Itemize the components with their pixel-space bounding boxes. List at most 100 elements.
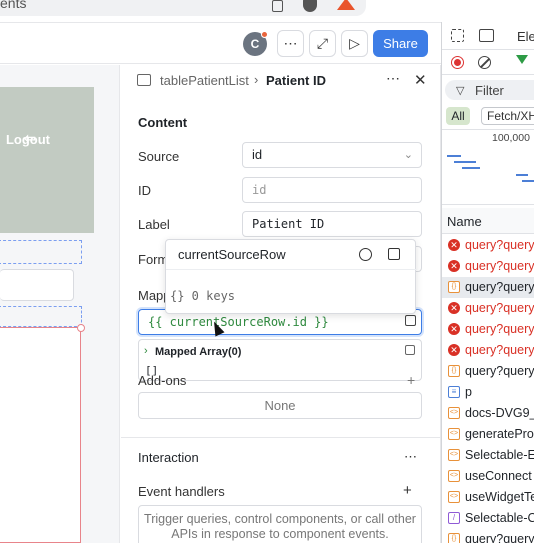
request-row[interactable]: ✕ query?query (442, 235, 534, 256)
id-field[interactable]: id (242, 177, 422, 203)
timeline-tick: 100,000 (492, 132, 530, 144)
source-select[interactable]: id ⌄ (242, 142, 422, 168)
selected-table-frame[interactable] (0, 327, 81, 543)
browser-chrome: ents (0, 0, 534, 22)
addons-empty: None (138, 392, 422, 419)
app-toolbar: C ⋯ ⤢ ▷ Share (0, 22, 441, 64)
request-row[interactable]: <> useWidgetTe (442, 487, 534, 508)
more-button[interactable]: ⋯ (277, 30, 304, 57)
request-name: query?query (465, 280, 534, 294)
inspect-element-icon[interactable] (451, 29, 464, 42)
table-icon (137, 74, 151, 86)
request-row[interactable]: {} query?query (442, 361, 534, 382)
record-dot (454, 59, 461, 66)
error-icon: ✕ (448, 323, 460, 335)
component-outline (0, 240, 82, 264)
requests-table-header: Name (442, 208, 534, 234)
share-button[interactable]: Share (373, 30, 428, 57)
inspector-header: tablePatientList › Patient ID ⋯ ✕ (121, 65, 441, 97)
request-name: useWidgetTe (465, 490, 534, 504)
close-icon[interactable]: ✕ (414, 71, 427, 89)
play-icon: ▷ (349, 35, 360, 51)
id-label: ID (138, 183, 151, 198)
request-name: query?query (465, 532, 534, 543)
timeline-bar (516, 174, 528, 176)
breadcrumb-parent[interactable]: tablePatientList (160, 73, 249, 88)
request-row[interactable]: {} query?query (442, 277, 534, 298)
label-field[interactable]: Patient ID (242, 211, 422, 237)
request-name: query?query (465, 301, 534, 315)
breadcrumb-current: Patient ID (266, 73, 326, 88)
event-handlers-empty: Trigger queries, control components, or … (138, 505, 422, 543)
more-icon: ⋯ (283, 35, 298, 51)
popover-divider (166, 269, 417, 270)
copy-icon[interactable] (405, 345, 415, 355)
script-icon: {} (448, 365, 460, 377)
network-toolbar (442, 51, 534, 75)
filter-fetch-chip[interactable]: Fetch/XH (481, 107, 534, 125)
request-row[interactable]: <> useConnect (442, 466, 534, 487)
autocomplete-popover: currentSourceRow {} 0 keys (165, 239, 417, 314)
more-options-icon[interactable]: ⋯ (404, 449, 417, 465)
filter-all-chip[interactable]: All (446, 107, 470, 125)
canvas-input[interactable] (0, 269, 74, 301)
preview-button[interactable]: ▷ (341, 30, 368, 57)
breadcrumb-separator: › (254, 72, 259, 87)
device-toggle-icon[interactable] (479, 29, 494, 42)
script-icon: {} (448, 533, 460, 543)
crosshair-icon[interactable] (359, 248, 372, 261)
request-row[interactable]: ≡ p (442, 382, 534, 403)
request-row[interactable]: <> Selectable-E (442, 445, 534, 466)
logout-link[interactable]: Logout (0, 132, 94, 147)
filter-icon[interactable] (516, 55, 528, 64)
script-icon: {} (448, 281, 460, 293)
logout-icon: ⇦ (24, 130, 36, 146)
sidebar-container: Logout ⇦ (0, 87, 94, 233)
chevron-right-icon[interactable]: › (144, 345, 148, 357)
presence-dot (261, 31, 268, 38)
timeline-bar (522, 180, 534, 182)
error-icon: ✕ (448, 344, 460, 356)
resize-handle[interactable] (77, 324, 85, 332)
request-row[interactable]: {} query?query (442, 529, 534, 543)
request-row[interactable]: ✕ query?query (442, 298, 534, 319)
request-name: useConnect (465, 469, 532, 483)
request-name: query?query (465, 343, 534, 357)
add-icon[interactable]: + (407, 372, 415, 388)
request-name: p (465, 385, 472, 399)
request-name: query?query (465, 259, 534, 273)
source-value: id (252, 147, 263, 162)
request-row[interactable]: <> docs-DVG9_ (442, 403, 534, 424)
label-label: Label (138, 217, 170, 232)
more-options-icon[interactable]: ⋯ (386, 70, 400, 87)
content-section-title[interactable]: Content (138, 115, 187, 130)
chevron-down-icon: ⌄ (403, 149, 413, 161)
open-in-panel-icon[interactable] (388, 248, 400, 260)
wasm-icon: / (448, 512, 460, 524)
popover-title: currentSourceRow (178, 247, 286, 262)
error-icon: ✕ (448, 260, 460, 272)
devtools-tab-bar: Ele (442, 22, 534, 50)
request-name: query?query (465, 364, 534, 378)
name-column-header[interactable]: Name (447, 214, 482, 229)
event-handlers-label: Event handlers (138, 484, 225, 499)
script-icon: <> (448, 407, 460, 419)
share-page-icon[interactable] (272, 0, 283, 12)
request-name: generatePro (465, 427, 534, 441)
request-row[interactable]: ✕ query?query (442, 340, 534, 361)
add-icon[interactable]: + (403, 482, 412, 499)
app-canvas[interactable]: Logout ⇦ (0, 65, 120, 543)
fullscreen-button[interactable]: ⤢ (309, 30, 336, 57)
open-editor-icon[interactable] (405, 315, 416, 326)
request-row[interactable]: <> generatePro (442, 424, 534, 445)
request-row[interactable]: ✕ query?query (442, 256, 534, 277)
tab-elements[interactable]: Ele (517, 29, 534, 44)
mapped-value-code: {{ currentSourceRow.id }} (148, 315, 329, 329)
brave-rewards-icon[interactable] (337, 0, 355, 10)
request-name: docs-DVG9_ (465, 406, 534, 420)
popover-value: {} 0 keys (170, 289, 236, 303)
script-icon: <> (448, 470, 460, 482)
request-row[interactable]: ✕ query?query (442, 319, 534, 340)
request-row[interactable]: / Selectable-C (442, 508, 534, 529)
interaction-section-title[interactable]: Interaction (138, 450, 199, 465)
